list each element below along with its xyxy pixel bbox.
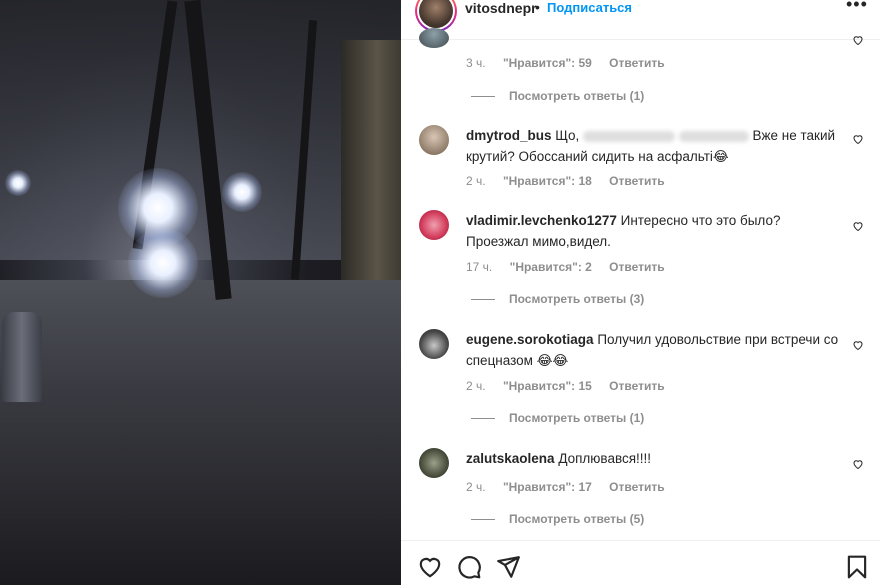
- action-bar: [401, 540, 880, 585]
- comment-time: 17 ч.: [466, 260, 493, 274]
- media-road: [0, 280, 401, 585]
- comment-username[interactable]: vladimir.levchenko1277: [466, 213, 617, 228]
- heart-icon[interactable]: [852, 220, 864, 232]
- redacted-text: [582, 130, 675, 142]
- comments-panel: vitosdnepr • Подписаться ••• 3 ч. "Нрави…: [401, 0, 880, 585]
- media-bin: [2, 312, 42, 402]
- media-headlight: [128, 228, 198, 298]
- redacted-text: [678, 130, 749, 142]
- comment-likes[interactable]: "Нравится": 15: [503, 379, 592, 393]
- view-replies-button[interactable]: Посмотреть ответы (1): [471, 411, 644, 425]
- comment-time: 2 ч.: [466, 379, 486, 393]
- comment-likes[interactable]: "Нравится": 18: [503, 174, 592, 188]
- reply-button[interactable]: Ответить: [609, 260, 664, 274]
- comment-time: 2 ч.: [466, 174, 486, 188]
- comment-username[interactable]: dmytrod_bus: [466, 128, 552, 143]
- comment-avatar[interactable]: [419, 28, 449, 48]
- comment-text: eugene.sorokotiaga Получил удовольствие …: [466, 332, 839, 368]
- reply-button[interactable]: Ответить: [609, 480, 664, 494]
- more-options-icon[interactable]: •••: [846, 0, 868, 15]
- comment-time: 3 ч.: [466, 56, 486, 70]
- heart-icon[interactable]: [852, 133, 864, 145]
- post-media[interactable]: [0, 0, 401, 585]
- comment-likes[interactable]: "Нравится": 2: [510, 260, 592, 274]
- comment-text: dmytrod_bus Що, Вже не такий крутий? Обо…: [466, 128, 836, 164]
- share-icon[interactable]: [495, 554, 521, 580]
- comment-meta: 2 ч. "Нравится": 17 Ответить: [466, 480, 679, 494]
- comment-avatar[interactable]: [419, 329, 449, 359]
- comment-likes[interactable]: "Нравится": 59: [503, 56, 592, 70]
- comment-icon[interactable]: [456, 554, 482, 580]
- comment-text: zalutskaolena Доплювався!!!!: [466, 451, 652, 466]
- comment-time: 2 ч.: [466, 480, 486, 494]
- comment-meta: 2 ч. "Нравится": 18 Ответить: [466, 174, 679, 188]
- reply-button[interactable]: Ответить: [609, 379, 664, 393]
- media-light: [222, 172, 262, 212]
- heart-icon[interactable]: [417, 554, 443, 580]
- heart-icon[interactable]: [852, 339, 864, 351]
- comment-username[interactable]: zalutskaolena: [466, 451, 555, 466]
- comment-likes[interactable]: "Нравится": 17: [503, 480, 592, 494]
- bookmark-icon[interactable]: [844, 554, 870, 580]
- comment-text: vladimir.levchenko1277 Интересно что это…: [466, 213, 781, 249]
- comment-item: vladimir.levchenko1277 Интересно что это…: [419, 210, 864, 310]
- reply-button[interactable]: Ответить: [609, 56, 664, 70]
- view-replies-button[interactable]: Посмотреть ответы (1): [471, 89, 644, 103]
- comment-avatar[interactable]: [419, 125, 449, 155]
- comment-item: dmytrod_bus Що, Вже не такий крутий? Обо…: [419, 125, 864, 195]
- comment-meta: 3 ч. "Нравится": 59 Ответить: [466, 56, 679, 70]
- comment-username[interactable]: eugene.sorokotiaga: [466, 332, 594, 347]
- comment-item: eugene.sorokotiaga Получил удовольствие …: [419, 329, 864, 429]
- reply-button[interactable]: Ответить: [609, 174, 664, 188]
- comment-item: 3 ч. "Нравится": 59 Ответить Посмотреть …: [419, 28, 864, 108]
- comment-meta: 17 ч. "Нравится": 2 Ответить: [466, 260, 679, 274]
- view-replies-button[interactable]: Посмотреть ответы (5): [471, 512, 644, 526]
- comment-avatar[interactable]: [419, 210, 449, 240]
- view-replies-button[interactable]: Посмотреть ответы (3): [471, 292, 644, 306]
- comment-meta: 2 ч. "Нравится": 15 Ответить: [466, 379, 679, 393]
- heart-icon[interactable]: [852, 458, 864, 470]
- separator-dot: •: [535, 0, 540, 15]
- author-username[interactable]: vitosdnepr: [465, 0, 537, 16]
- comment-avatar[interactable]: [419, 448, 449, 478]
- media-light: [5, 170, 31, 196]
- heart-icon[interactable]: [852, 34, 864, 46]
- follow-button[interactable]: Подписаться: [547, 0, 632, 15]
- comment-item: zalutskaolena Доплювався!!!! 2 ч. "Нрави…: [419, 448, 864, 530]
